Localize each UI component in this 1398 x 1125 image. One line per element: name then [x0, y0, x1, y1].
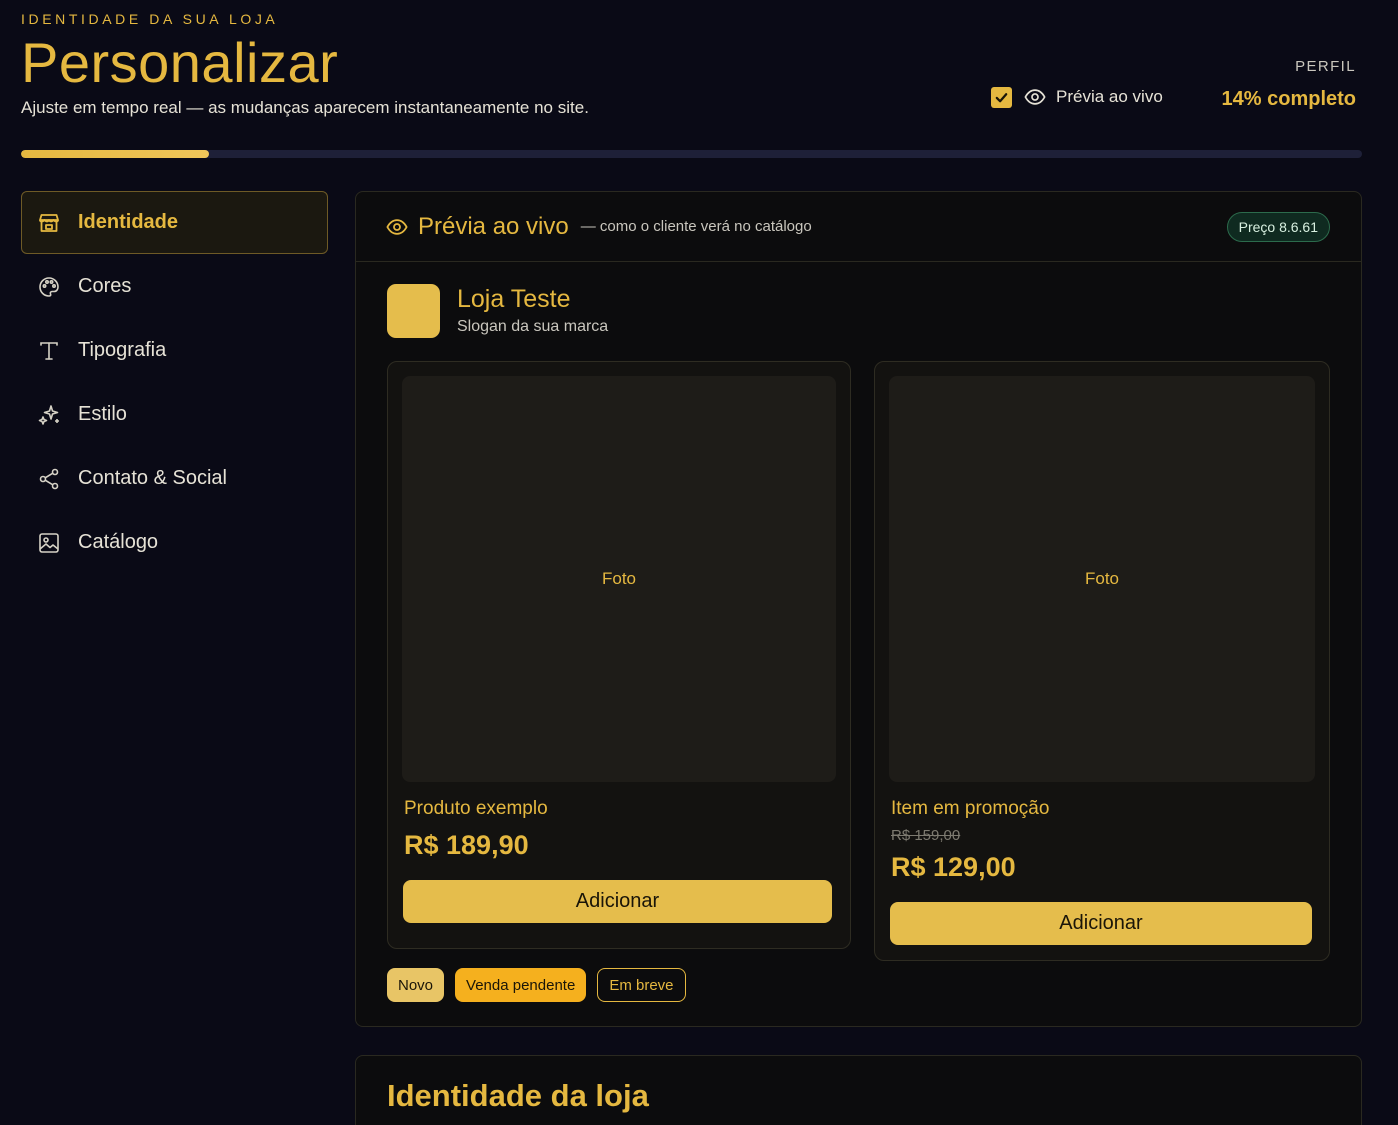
- store-name: Loja Teste: [457, 285, 571, 313]
- store-header: Loja Teste Slogan da sua marca: [387, 284, 608, 338]
- product-old-price: R$ 159,00: [891, 827, 961, 844]
- sparkles-icon: [36, 402, 62, 428]
- store-logo: [387, 284, 440, 338]
- sidebar-item-cores[interactable]: Cores: [21, 255, 328, 318]
- live-preview-panel: Prévia ao vivo — como o cliente verá no …: [355, 191, 1362, 1027]
- sidebar: Identidade Cores Tipografia Estilo Conta…: [21, 191, 328, 575]
- page-subtitle: Ajuste em tempo real — as mudanças apare…: [21, 98, 589, 117]
- photo-label: Foto: [1084, 569, 1120, 588]
- header-controls: PERFIL Prévia ao vivo 14% completo: [938, 56, 1358, 126]
- preview-title: Prévia ao vivo: [418, 212, 569, 240]
- sidebar-item-label: Identidade: [78, 211, 179, 233]
- product-name: Produto exemplo: [404, 798, 548, 819]
- sidebar-item-label: Tipografia: [78, 339, 167, 361]
- live-preview-label: Prévia ao vivo: [1056, 87, 1163, 106]
- sidebar-item-tipografia[interactable]: Tipografia: [21, 319, 328, 382]
- sidebar-item-catalogo[interactable]: Catálogo: [21, 511, 328, 574]
- type-icon: [36, 338, 62, 364]
- photo-label: Foto: [601, 569, 637, 588]
- product-photo: Foto: [402, 376, 836, 782]
- live-preview-toggle[interactable]: Prévia ao vivo: [991, 86, 1163, 108]
- share-icon: [36, 466, 62, 492]
- sidebar-item-contato-social[interactable]: Contato & Social: [21, 447, 328, 510]
- tag-list: Novo Venda pendente Em breve: [387, 968, 697, 1002]
- product-card: Foto Item em promoção R$ 159,00 R$ 129,0…: [874, 361, 1330, 961]
- identity-section-title: Identidade da loja: [387, 1078, 649, 1113]
- palette-icon: [36, 274, 62, 300]
- price-badge: Preço 8.6.61: [1226, 212, 1330, 242]
- sidebar-item-label: Catálogo: [78, 531, 159, 553]
- tag-novo: Novo: [387, 968, 445, 1002]
- store-icon: [36, 210, 62, 236]
- sidebar-item-estilo[interactable]: Estilo: [21, 383, 328, 446]
- product-price: R$ 129,00: [891, 852, 1016, 882]
- add-to-cart-button[interactable]: Adicionar: [890, 902, 1312, 945]
- completion-progress-bar: [21, 150, 1362, 158]
- completion-status: 14% completo: [1221, 88, 1356, 110]
- tag-venda-pendente: Venda pendente: [455, 968, 587, 1002]
- store-slogan: Slogan da sua marca: [457, 318, 609, 335]
- eye-icon: [386, 218, 408, 235]
- product-photo: Foto: [889, 376, 1315, 782]
- product-card: Foto Produto exemplo R$ 189,90 Adicionar: [387, 361, 851, 949]
- identity-section: Identidade da loja: [355, 1055, 1362, 1125]
- eye-icon: [1024, 89, 1046, 105]
- sidebar-item-label: Contato & Social: [78, 467, 227, 489]
- preview-header: Prévia ao vivo — como o cliente verá no …: [356, 192, 1361, 262]
- sidebar-item-label: Estilo: [78, 403, 127, 425]
- profile-label: PERFIL: [1295, 58, 1356, 75]
- sidebar-item-identidade[interactable]: Identidade: [21, 191, 328, 254]
- page-title: Personalizar: [21, 31, 339, 94]
- tag-em-breve: Em breve: [597, 968, 686, 1002]
- sidebar-item-label: Cores: [78, 275, 132, 297]
- completion-progress-fill: [21, 150, 209, 158]
- image-icon: [36, 530, 62, 556]
- page-eyebrow: IDENTIDADE DA SUA LOJA: [21, 11, 279, 27]
- preview-subtitle: — como o cliente verá no catálogo: [580, 218, 812, 235]
- product-name: Item em promoção: [891, 798, 1050, 819]
- add-to-cart-button[interactable]: Adicionar: [403, 880, 832, 923]
- live-preview-checkbox[interactable]: [991, 86, 1012, 108]
- product-price: R$ 189,90: [404, 830, 529, 860]
- check-icon: [995, 92, 1008, 102]
- store-info: Loja Teste Slogan da sua marca: [457, 284, 608, 338]
